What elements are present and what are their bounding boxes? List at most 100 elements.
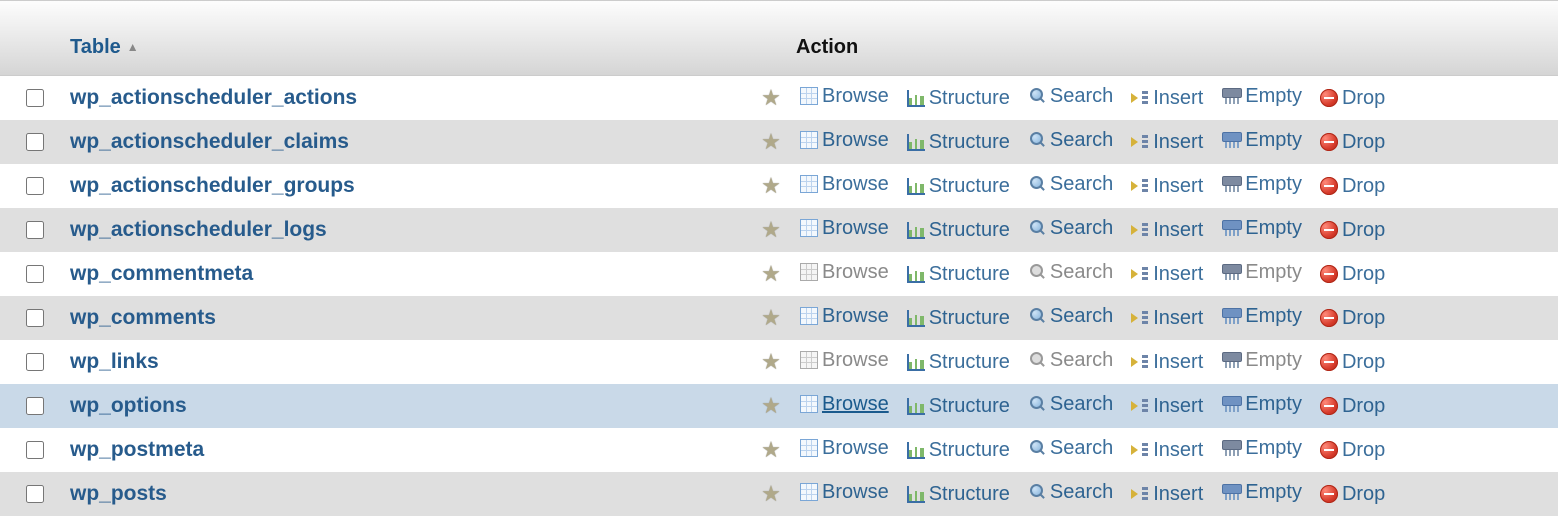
action-browse[interactable]: Browse <box>800 217 907 240</box>
action-browse[interactable]: Browse <box>800 305 907 328</box>
table-name-link[interactable]: wp_actionscheduler_logs <box>70 218 327 242</box>
action-search[interactable]: Search <box>1028 217 1131 240</box>
empty-icon <box>1221 263 1241 281</box>
action-empty[interactable]: Empty <box>1221 437 1320 460</box>
action-insert[interactable]: Insert <box>1131 439 1221 462</box>
action-insert[interactable]: Insert <box>1131 263 1221 286</box>
table-name-link[interactable]: wp_commentmeta <box>70 262 253 286</box>
action-drop[interactable]: Drop <box>1320 483 1403 506</box>
favorite-star-icon[interactable]: ★ <box>761 261 781 287</box>
row-checkbox[interactable] <box>26 133 44 151</box>
favorite-star-icon[interactable]: ★ <box>761 481 781 507</box>
action-browse[interactable]: Browse <box>800 85 907 108</box>
table-name-link[interactable]: wp_actionscheduler_claims <box>70 130 349 154</box>
action-search[interactable]: Search <box>1028 129 1131 152</box>
action-structure[interactable]: Structure <box>907 395 1028 418</box>
row-checkbox[interactable] <box>26 221 44 239</box>
action-insert[interactable]: Insert <box>1131 131 1221 154</box>
action-empty[interactable]: Empty <box>1221 217 1320 240</box>
favorite-star-icon[interactable]: ★ <box>761 129 781 155</box>
action-empty[interactable]: Empty <box>1221 85 1320 108</box>
favorite-star-icon[interactable]: ★ <box>761 437 781 463</box>
action-empty[interactable]: Empty <box>1221 481 1320 504</box>
header-table-col[interactable]: Table ▲ <box>68 36 742 59</box>
action-structure[interactable]: Structure <box>907 307 1028 330</box>
action-structure[interactable]: Structure <box>907 483 1028 506</box>
action-browse[interactable]: Browse <box>800 129 907 152</box>
row-checkbox[interactable] <box>26 89 44 107</box>
action-empty[interactable]: Empty <box>1221 393 1320 416</box>
action-search[interactable]: Search <box>1028 261 1131 284</box>
favorite-star-icon[interactable]: ★ <box>761 349 781 375</box>
action-search[interactable]: Search <box>1028 349 1131 372</box>
table-name-link[interactable]: wp_postmeta <box>70 438 204 462</box>
action-drop[interactable]: Drop <box>1320 439 1403 462</box>
action-structure[interactable]: Structure <box>907 219 1028 242</box>
table-name-link[interactable]: wp_links <box>70 350 159 374</box>
action-empty[interactable]: Empty <box>1221 349 1320 372</box>
action-structure[interactable]: Structure <box>907 439 1028 462</box>
row-checkbox[interactable] <box>26 177 44 195</box>
drop-icon <box>1320 485 1338 503</box>
action-structure[interactable]: Structure <box>907 263 1028 286</box>
action-drop[interactable]: Drop <box>1320 219 1403 242</box>
action-empty[interactable]: Empty <box>1221 129 1320 152</box>
action-drop[interactable]: Drop <box>1320 263 1403 286</box>
action-insert[interactable]: Insert <box>1131 87 1221 110</box>
action-browse[interactable]: Browse <box>800 349 907 372</box>
action-browse[interactable]: Browse <box>800 261 907 284</box>
row-checkbox[interactable] <box>26 353 44 371</box>
action-drop[interactable]: Drop <box>1320 395 1403 418</box>
table-name-link[interactable]: wp_actionscheduler_actions <box>70 86 357 110</box>
action-structure[interactable]: Structure <box>907 351 1028 374</box>
table-name-link[interactable]: wp_posts <box>70 482 167 506</box>
row-checkbox[interactable] <box>26 485 44 503</box>
table-name-link[interactable]: wp_options <box>70 394 187 418</box>
action-structure[interactable]: Structure <box>907 131 1028 154</box>
insert-icon <box>1131 89 1149 107</box>
action-drop[interactable]: Drop <box>1320 307 1403 330</box>
table-name-link[interactable]: wp_actionscheduler_groups <box>70 174 355 198</box>
row-checkbox[interactable] <box>26 441 44 459</box>
action-drop[interactable]: Drop <box>1320 131 1403 154</box>
action-insert[interactable]: Insert <box>1131 307 1221 330</box>
action-search[interactable]: Search <box>1028 305 1131 328</box>
action-structure[interactable]: Structure <box>907 175 1028 198</box>
action-insert[interactable]: Insert <box>1131 219 1221 242</box>
row-checkbox[interactable] <box>26 309 44 327</box>
structure-icon <box>907 485 925 503</box>
action-search[interactable]: Search <box>1028 173 1131 196</box>
action-search[interactable]: Search <box>1028 393 1131 416</box>
action-browse[interactable]: Browse <box>800 437 907 460</box>
action-browse[interactable]: Browse <box>800 481 907 504</box>
table-name-link[interactable]: wp_comments <box>70 306 216 330</box>
action-structure[interactable]: Structure <box>907 87 1028 110</box>
favorite-star-icon[interactable]: ★ <box>761 173 781 199</box>
empty-icon <box>1221 351 1241 369</box>
action-empty[interactable]: Empty <box>1221 173 1320 196</box>
favorite-star-icon[interactable]: ★ <box>761 305 781 331</box>
action-search[interactable]: Search <box>1028 481 1131 504</box>
action-insert[interactable]: Insert <box>1131 351 1221 374</box>
favorite-star-icon[interactable]: ★ <box>761 217 781 243</box>
row-checkbox[interactable] <box>26 397 44 415</box>
action-search[interactable]: Search <box>1028 85 1131 108</box>
action-insert[interactable]: Insert <box>1131 395 1221 418</box>
row-checkbox[interactable] <box>26 265 44 283</box>
action-drop[interactable]: Drop <box>1320 87 1403 110</box>
action-browse[interactable]: Browse <box>800 173 907 196</box>
insert-icon <box>1131 397 1149 415</box>
action-insert[interactable]: Insert <box>1131 483 1221 506</box>
action-browse-label: Browse <box>822 129 889 152</box>
action-browse[interactable]: Browse <box>800 393 907 416</box>
action-insert[interactable]: Insert <box>1131 175 1221 198</box>
empty-icon <box>1221 483 1241 501</box>
action-drop[interactable]: Drop <box>1320 351 1403 374</box>
action-empty[interactable]: Empty <box>1221 261 1320 284</box>
favorite-star-icon[interactable]: ★ <box>761 85 781 111</box>
action-search[interactable]: Search <box>1028 437 1131 460</box>
action-empty[interactable]: Empty <box>1221 305 1320 328</box>
action-drop[interactable]: Drop <box>1320 175 1403 198</box>
action-insert-label: Insert <box>1153 87 1203 110</box>
favorite-star-icon[interactable]: ★ <box>761 393 781 419</box>
